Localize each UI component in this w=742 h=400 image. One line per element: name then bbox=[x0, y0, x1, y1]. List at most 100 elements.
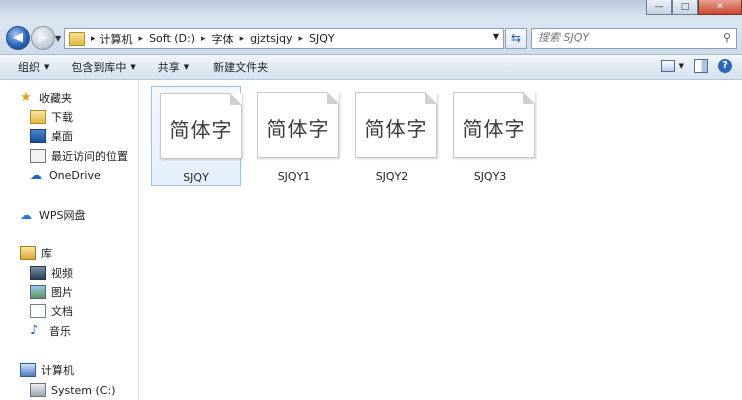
search-input[interactable] bbox=[532, 29, 708, 46]
nav-music[interactable]: ♪ 音乐 bbox=[30, 322, 138, 340]
nav-label: 收藏夹 bbox=[39, 92, 72, 105]
refresh-button[interactable]: ⇆ bbox=[505, 28, 527, 49]
nav-label: OneDrive bbox=[49, 168, 101, 182]
nav-downloads[interactable]: 下载 bbox=[30, 108, 138, 126]
font-preview: 简体字 bbox=[169, 118, 233, 142]
chevron-right-icon[interactable]: ▸ bbox=[139, 34, 144, 44]
address-bar[interactable]: ▸ 计算机 ▸ Soft (D:) ▸ 字体 ▸ gjztsjqy ▸ SJQY… bbox=[64, 28, 504, 49]
video-icon bbox=[30, 266, 46, 280]
font-file-icon: 简体字 bbox=[453, 92, 535, 158]
desktop-icon bbox=[30, 129, 46, 143]
nav-label: 视频 bbox=[51, 267, 73, 280]
breadcrumb-item-computer[interactable]: 计算机 bbox=[100, 31, 133, 47]
navigation-pane: ★ 收藏夹 下载 桌面 最近访问的位置 ☁ OneDrive ☁ WPS网盘 库 bbox=[0, 80, 139, 400]
downloads-folder-icon bbox=[30, 110, 46, 124]
maximize-button[interactable]: □ bbox=[672, 0, 698, 15]
caret-down-icon[interactable]: ▼ bbox=[679, 62, 684, 70]
cloud-icon: ☁ bbox=[30, 168, 42, 182]
minimize-button[interactable]: — bbox=[646, 0, 672, 15]
nav-label: 下载 bbox=[51, 111, 73, 124]
nav-favorites[interactable]: ★ 收藏夹 bbox=[20, 89, 138, 107]
preview-pane-icon[interactable] bbox=[694, 59, 708, 73]
new-folder-label: 新建文件夹 bbox=[213, 61, 269, 74]
file-item[interactable]: 简体字 SJQY bbox=[151, 86, 242, 186]
breadcrumb-item-sjqy[interactable]: SJQY bbox=[309, 32, 335, 45]
font-file-icon: 简体字 bbox=[160, 93, 242, 159]
address-dropdown-icon[interactable]: ▼ bbox=[493, 32, 499, 41]
nav-pictures[interactable]: 图片 bbox=[30, 283, 138, 301]
document-icon bbox=[30, 304, 46, 318]
nav-onedrive[interactable]: ☁ OneDrive bbox=[30, 166, 138, 184]
change-view-icon[interactable] bbox=[660, 60, 675, 72]
breadcrumb: 计算机 ▸ Soft (D:) ▸ 字体 ▸ gjztsjqy ▸ SJQY bbox=[100, 31, 335, 47]
font-preview: 简体字 bbox=[364, 117, 428, 141]
font-preview: 简体字 bbox=[462, 117, 526, 141]
organize-menu[interactable]: 组织 ▼ bbox=[18, 59, 49, 75]
new-folder-button[interactable]: 新建文件夹 bbox=[213, 59, 268, 75]
chevron-right-icon[interactable]: ▸ bbox=[201, 34, 206, 44]
breadcrumb-item-drive[interactable]: Soft (D:) bbox=[149, 32, 195, 45]
library-icon bbox=[20, 246, 36, 260]
computer-icon bbox=[20, 363, 36, 377]
command-bar: 组织 ▼ 包含到库中 ▼ 共享 ▼ 新建文件夹 ▼ ? bbox=[0, 55, 742, 80]
font-file-icon: 简体字 bbox=[257, 92, 339, 158]
drive-icon bbox=[30, 383, 46, 397]
nav-system-c[interactable]: System (C:) bbox=[30, 381, 138, 399]
font-file-icon: 简体字 bbox=[355, 92, 437, 158]
recent-pages-dropdown-icon[interactable]: ▼ bbox=[55, 34, 61, 43]
back-button[interactable]: ◀ bbox=[6, 26, 30, 50]
file-item[interactable]: 简体字 SJQY3 bbox=[445, 86, 535, 186]
nav-label: 文档 bbox=[51, 305, 73, 318]
file-list: 简体字 SJQY 简体字 SJQY1 简体字 SJQY2 简体字 SJQY3 bbox=[139, 80, 742, 400]
file-name: SJQY1 bbox=[277, 170, 311, 183]
include-library-menu[interactable]: 包含到库中 ▼ bbox=[71, 59, 135, 75]
organize-label: 组织 bbox=[18, 61, 40, 74]
nav-wps-cloud[interactable]: ☁ WPS网盘 bbox=[20, 206, 138, 224]
nav-label: 图片 bbox=[51, 286, 73, 299]
caret-down-icon: ▼ bbox=[130, 63, 136, 71]
explorer-window: — □ ✕ ◀ ▶ ▼ ▸ 计算机 ▸ Soft (D:) ▸ 字体 ▸ gjz… bbox=[0, 0, 742, 400]
nav-label: 最近访问的位置 bbox=[51, 150, 128, 163]
picture-icon bbox=[30, 285, 46, 299]
folder-icon bbox=[69, 31, 85, 46]
nav-videos[interactable]: 视频 bbox=[30, 264, 138, 282]
cloud-icon: ☁ bbox=[20, 208, 32, 222]
search-box[interactable]: ⚲ bbox=[531, 28, 737, 49]
nav-recent[interactable]: 最近访问的位置 bbox=[30, 147, 138, 165]
music-icon: ♪ bbox=[30, 323, 39, 338]
file-item[interactable]: 简体字 SJQY2 bbox=[347, 86, 437, 186]
nav-desktop[interactable]: 桌面 bbox=[30, 127, 138, 145]
navigation-bar: ◀ ▶ ▼ ▸ 计算机 ▸ Soft (D:) ▸ 字体 ▸ gjztsjqy … bbox=[0, 20, 742, 55]
chevron-right-icon[interactable]: ▸ bbox=[299, 34, 304, 44]
file-name: SJQY2 bbox=[375, 170, 409, 183]
chevron-right-icon[interactable]: ▸ bbox=[91, 34, 96, 44]
include-library-label: 包含到库中 bbox=[71, 61, 127, 74]
close-button[interactable]: ✕ bbox=[698, 0, 742, 15]
nav-label: WPS网盘 bbox=[39, 209, 86, 222]
forward-button[interactable]: ▶ bbox=[31, 26, 55, 50]
help-icon[interactable]: ? bbox=[718, 59, 732, 73]
share-menu[interactable]: 共享 ▼ bbox=[158, 59, 189, 75]
nav-label: 桌面 bbox=[51, 130, 73, 143]
caret-down-icon: ▼ bbox=[183, 63, 190, 71]
nav-label: System (C:) bbox=[51, 383, 116, 397]
file-name: SJQY bbox=[183, 171, 209, 184]
star-icon: ★ bbox=[20, 90, 32, 105]
nav-label: 计算机 bbox=[41, 364, 74, 377]
nav-label: 音乐 bbox=[49, 325, 71, 338]
caption-buttons: — □ ✕ bbox=[646, 0, 742, 15]
nav-computer[interactable]: 计算机 bbox=[20, 361, 138, 379]
file-item[interactable]: 简体字 SJQY1 bbox=[249, 86, 339, 186]
file-name: SJQY3 bbox=[473, 170, 507, 183]
nav-libraries[interactable]: 库 bbox=[20, 244, 138, 262]
breadcrumb-item-fonts[interactable]: 字体 bbox=[212, 31, 234, 47]
title-bar: — □ ✕ bbox=[0, 0, 742, 20]
breadcrumb-item-gjztsjqy[interactable]: gjztsjqy bbox=[250, 32, 292, 45]
nav-documents[interactable]: 文档 bbox=[30, 302, 138, 320]
chevron-right-icon[interactable]: ▸ bbox=[240, 34, 245, 44]
view-controls: ▼ ? bbox=[660, 59, 732, 73]
share-label: 共享 bbox=[157, 61, 180, 74]
font-preview: 简体字 bbox=[266, 117, 330, 141]
nav-label: 库 bbox=[41, 247, 52, 260]
search-icon[interactable]: ⚲ bbox=[723, 31, 731, 44]
